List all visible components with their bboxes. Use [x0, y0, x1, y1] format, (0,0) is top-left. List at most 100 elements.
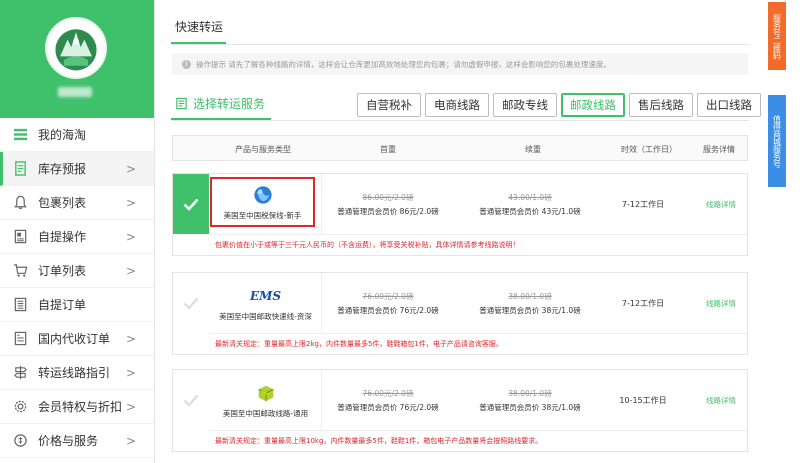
- original-price: 38.00/1.0磅: [508, 291, 552, 301]
- product-info: 美国至中国邮政线路-通用: [213, 375, 318, 425]
- member-price: 普通管理员会员价 38元/1.0磅: [479, 305, 581, 315]
- tab-quick-transfer[interactable]: 快速转运: [175, 18, 223, 35]
- member-price: 普通管理员会员价 38元/1.0磅: [479, 402, 581, 412]
- original-price: 76.00元/2.0磅: [362, 388, 414, 398]
- col-service-detail: 服务详情: [703, 145, 735, 154]
- sidebar-item-pickup-operation[interactable]: 自提操作 >: [0, 220, 154, 254]
- sidebar-item-label: 国内代收订单: [38, 332, 111, 346]
- sidebar-item-pricing-service[interactable]: 价格与服务 >: [0, 424, 154, 458]
- sidebar-item-label: 包裹列表: [38, 196, 87, 210]
- route-detail-link[interactable]: 线路详情: [693, 174, 749, 234]
- original-price: 38.00/1.0磅: [508, 388, 552, 398]
- mall-service-button[interactable]: 值得商城服务号: [768, 95, 786, 187]
- operation-tip: i 操作提示 请先了解各种线路的详情，这样会让仓库更加高效地处理您的包裹；请勿虚…: [172, 53, 748, 75]
- member-price: 普通管理员会员价 43元/1.0磅: [479, 206, 581, 216]
- route-detail-link[interactable]: 线路详情: [693, 370, 749, 430]
- document-icon: [12, 229, 28, 245]
- service-icon: [176, 97, 187, 110]
- col-product: 产品与服务类型: [235, 145, 291, 154]
- checkmark-icon: [183, 198, 199, 211]
- delivery-time: 7-12工作日: [621, 199, 665, 209]
- sidebar: 我的海淘 库存预报 > 包裹列表 > 自提操作 > 订单列表 > 自提订单 国内…: [0, 0, 155, 463]
- sidebar-item-member-privileges[interactable]: 会员特权与折扣 >: [0, 390, 154, 424]
- filter-postal-express[interactable]: 邮政专线: [493, 93, 557, 117]
- original-price: 43.00/1.0磅: [508, 192, 552, 202]
- sidebar-item-package-list[interactable]: 包裹列表 >: [0, 186, 154, 220]
- continued-weight-price: 38.00/1.0磅 普通管理员会员价 38元/1.0磅: [465, 370, 595, 430]
- unselected-checkbox[interactable]: [173, 273, 209, 333]
- chevron-right-icon: >: [125, 229, 136, 244]
- chevron-right-icon: >: [125, 161, 136, 176]
- box-icon: [256, 382, 276, 404]
- chevron-right-icon: >: [125, 399, 136, 414]
- product-info: EMS 美国至中国邮政快速线-资深: [213, 278, 318, 328]
- bell-icon: [12, 195, 28, 211]
- checkmark-icon: [183, 297, 199, 310]
- sidebar-item-my-shopping[interactable]: 我的海淘: [0, 118, 154, 152]
- chevron-right-icon: >: [125, 433, 136, 448]
- unselected-checkbox[interactable]: [173, 370, 209, 430]
- profile-panel: [0, 0, 154, 118]
- filter-self-tax[interactable]: 自营税补: [357, 93, 421, 117]
- sidebar-item-route-guide[interactable]: 转运线路指引 >: [0, 356, 154, 390]
- first-weight-price: 86.00元/2.0磅 普通管理员会员价 86元/2.0磅: [323, 174, 453, 234]
- username-blurred: [58, 87, 92, 97]
- avatar[interactable]: [45, 17, 107, 79]
- avatar-image: [47, 19, 105, 77]
- first-weight-price: 76.00元/2.0磅 普通管理员会员价 76元/2.0磅: [323, 273, 453, 333]
- chevron-right-icon: >: [125, 263, 136, 278]
- sidebar-item-label: 库存预报: [38, 162, 87, 176]
- col-continued-weight: 续重: [525, 145, 541, 154]
- service-qr-button[interactable]: 服务号二维码: [768, 2, 786, 70]
- sidebar-item-stock-forecast[interactable]: 库存预报 >: [0, 152, 154, 186]
- sidebar-item-pickup-orders[interactable]: 自提订单: [0, 288, 154, 322]
- info-icon: i: [182, 59, 191, 69]
- sidebar-item-domestic-orders[interactable]: 国内代收订单 >: [0, 322, 154, 356]
- menu-icon: [12, 127, 28, 143]
- chevron-right-icon: >: [125, 365, 136, 380]
- product-name: 美国至中国邮政快速线-资深: [219, 311, 312, 321]
- route-filter-group: 自营税补 电商线路 邮政专线 邮政线路 售后线路 出口线路: [357, 93, 765, 117]
- sidebar-item-label: 我的海淘: [38, 128, 87, 142]
- coin-icon: [12, 433, 28, 449]
- sidebar-item-order-list[interactable]: 订单列表 >: [0, 254, 154, 288]
- filter-ecommerce[interactable]: 电商线路: [425, 93, 489, 117]
- product-name: 美国至中国税保线-新手: [223, 210, 302, 220]
- product-card[interactable]: EMS 美国至中国邮政快速线-资深 76.00元/2.0磅 普通管理员会员价 7…: [172, 272, 748, 355]
- route-notice: 最新清关规定：重量最高上限2kg，内件数量最多5件，鞋鞋箱包1件，电子产品请咨询…: [209, 333, 747, 353]
- member-price: 普通管理员会员价 76元/2.0磅: [337, 305, 439, 315]
- filter-postal-route[interactable]: 邮政线路: [561, 93, 625, 117]
- continued-weight-price: 38.00/1.0磅 普通管理员会员价 38元/1.0磅: [465, 273, 595, 333]
- product-name: 美国至中国邮政线路-通用: [222, 408, 309, 418]
- filter-export[interactable]: 出口线路: [697, 93, 761, 117]
- signpost-icon: [12, 365, 28, 381]
- checkmark-icon: [183, 394, 199, 407]
- sidebar-item-label: 订单列表: [38, 264, 87, 278]
- divider: [171, 44, 749, 45]
- continued-weight-price: 43.00/1.0磅 普通管理员会员价 43元/1.0磅: [465, 174, 595, 234]
- list-icon: [12, 161, 28, 177]
- tip-text: 操作提示 请先了解各种线路的详情，这样会让仓库更加高效地处理您的包裹；请勿虚假申…: [196, 59, 611, 69]
- section-title-text: 选择转运服务: [193, 97, 266, 111]
- sidebar-item-label: 自提订单: [38, 298, 87, 312]
- product-card[interactable]: 美国至中国邮政线路-通用 76.00元/2.0磅 普通管理员会员价 76元/2.…: [172, 369, 748, 452]
- sidebar-item-label: 会员特权与折扣: [38, 400, 123, 414]
- route-detail-link[interactable]: 线路详情: [693, 273, 749, 333]
- original-price: 76.00元/2.0磅: [362, 291, 414, 301]
- gear-icon: [12, 399, 28, 415]
- filter-after-sales[interactable]: 售后线路: [629, 93, 693, 117]
- chevron-right-icon: >: [125, 195, 136, 210]
- cart-icon: [12, 263, 28, 279]
- route-notice: 包裹价值在小于或等于三千元人民币的（不含运费），将享受关税补贴，具体详情请参考线…: [209, 234, 747, 254]
- building-icon: [12, 297, 28, 313]
- delivery-time: 7-12工作日: [621, 298, 665, 308]
- product-card[interactable]: 美国至中国税保线-新手 86.00元/2.0磅 普通管理员会员价 86元/2.0…: [172, 173, 748, 256]
- col-first-weight: 首重: [380, 145, 396, 154]
- product-info: 美国至中国税保线-新手: [210, 177, 315, 227]
- original-price: 86.00元/2.0磅: [362, 192, 414, 202]
- col-delivery-time: 时效（工作日）: [621, 145, 677, 154]
- doc-list-icon: [12, 331, 28, 347]
- chevron-right-icon: >: [125, 331, 136, 346]
- sidebar-item-label: 价格与服务: [38, 434, 99, 448]
- selected-checkbox[interactable]: [173, 174, 209, 234]
